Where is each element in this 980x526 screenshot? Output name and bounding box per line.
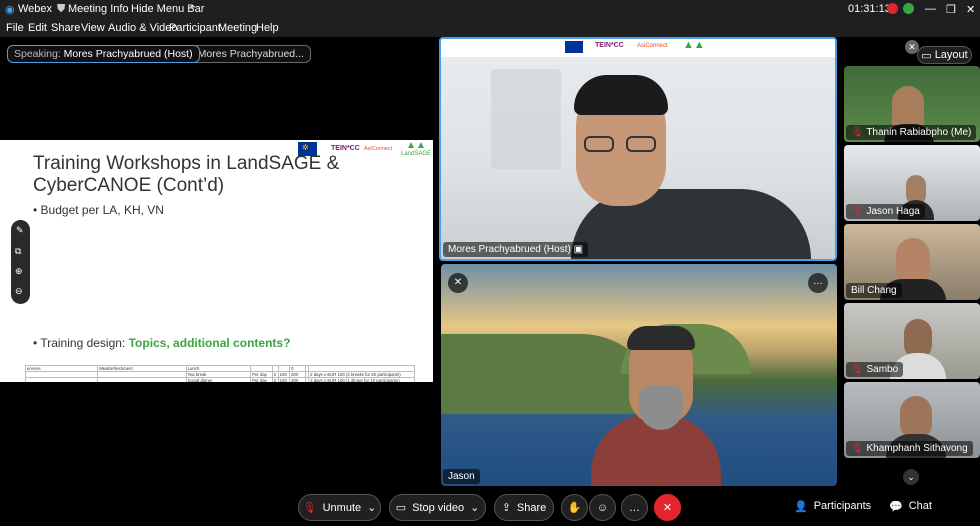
asiconnect-logo-icon: AsiConnect [637,43,668,49]
close-window-icon[interactable]: ✕ [966,3,975,16]
table-cell: Social dinner [185,377,252,382]
asiconnect-logo: AsiConnect [364,146,393,152]
budget-table: ervices Meal/refreshment Lunch 0 Tea break Pe… [24,365,415,382]
status-avatar-icon [903,3,914,14]
menu-help[interactable]: Help [256,22,279,34]
people-icon: 👤 [794,501,808,513]
jason-name-tag: Jason [443,469,480,484]
shield-icon: ⛊ [57,3,66,15]
app-name: Webex [18,3,53,15]
slide-bullet-budget: • Budget per LA, KH, VN [33,203,164,217]
unpin-icon[interactable]: ✕ [448,273,468,293]
more-icon: … [629,501,640,514]
mic-muted-icon: 🎙 [851,206,864,217]
annotate-pen-icon[interactable]: ✎ [16,225,24,236]
more-options-button[interactable]: … [621,494,648,521]
chevron-down-icon: ⌄ [470,502,480,514]
smiley-icon: ☺ [596,501,609,514]
share-button[interactable]: ⇪ Share [494,494,554,521]
host-face [574,75,668,206]
table-cell [97,377,187,382]
slide-title: Training Workshops in LandSAGE & CyberCA… [33,153,340,196]
chat-bubble-icon: 💬 [889,501,903,513]
slide-bullet-training: • Training design: Topics, additional co… [33,336,291,350]
landsage-logo: ▲▲ LandSAGE [401,140,432,158]
minimize-icon[interactable]: — [925,3,936,15]
jason-video[interactable]: ✕ … Jason [441,264,837,486]
layout-button[interactable]: ▭ Layout [917,46,972,64]
more-options-icon[interactable]: … [808,273,828,293]
reactions-button[interactable]: ☺ [589,494,616,521]
tein-logo-icon: TEIN*CC [595,42,624,49]
chevron-up-icon[interactable]: ⌃ [188,3,197,16]
table-cell: 100 [277,377,291,382]
thumbnail-name-tag: 🎙 Thanin Rabiabpho (Me) [846,125,977,140]
landsage-logo-icon: ▲▲ [683,39,705,51]
chevron-down-icon: ⌄ [367,502,377,514]
recording-indicator-icon [887,3,898,14]
restore-icon[interactable]: ❐ [946,3,956,16]
eu-flag-icon [565,41,583,53]
shared-slide: ✲ TEIN*CC AsiConnect ▲▲ LandSAGE Trainin… [0,140,433,382]
title-bar: ◉ Webex ⛊ Meeting Info Hide Menu Bar ⌃ 0… [0,0,980,19]
thumbnail-name-tag: Bill Chang [846,283,902,298]
scroll-down-icon[interactable]: ⌄ [903,469,919,485]
share-icon: ⇪ [501,502,511,514]
background-window [491,69,561,169]
unmute-button[interactable]: 🎙 Unmute ⌄ [298,494,381,521]
meeting-clock: 01:31:13 [848,3,891,15]
menu-edit[interactable]: Edit [28,22,47,34]
hand-icon: ✋ [567,502,582,514]
host-name-tag: Mores Prachyabrued (Host) ▣ [443,242,589,257]
layout-icon: ▭ [921,49,932,62]
participants-button[interactable]: 👤 Participants [794,500,871,513]
table-cell: 2 days x EUR 100 (2 breaks for 20 partic… [308,371,415,378]
participant-thumbnail[interactable]: 🎙 Thanin Rabiabpho (Me) [844,66,980,142]
table-cell [24,377,99,382]
participant-thumbnail[interactable]: 🎙 Sambo [844,303,980,379]
speaking-indicator: Speaking: Mores Prachyabrued (Host) [7,45,200,63]
host-video[interactable]: TEIN*CC AsiConnect ▲▲ Mores Prachyabrued… [439,37,837,261]
participant-thumbnail[interactable]: Bill Chang [844,224,980,300]
raise-hand-button[interactable]: ✋ [561,494,588,521]
menu-share[interactable]: Share [51,22,80,34]
participant-thumbnail[interactable]: 🎙 Khamphanh Sithavong [844,382,980,458]
mic-muted-icon: 🎙 [851,364,864,375]
table-cell: 2 days x EUR 100 (1 dinner for 10 partic… [308,377,415,382]
host-video-logo-strip: TEIN*CC AsiConnect ▲▲ [441,39,835,57]
menu-file[interactable]: File [6,22,24,34]
zoom-in-icon[interactable]: ⊕ [15,266,23,277]
table-cell: Per day [250,377,273,382]
menu-audio-video[interactable]: Audio & Video [108,22,178,34]
tein-logo: TEIN*CC [331,145,360,152]
screen-share-icon[interactable]: ⧉ [15,246,21,257]
annotation-toolbar: ✎ ⧉ ⊕ ⊖ [11,220,30,304]
mic-muted-icon: 🎙 [302,502,317,514]
mic-muted-icon: 🎙 [851,127,864,138]
meeting-info-button[interactable]: Meeting Info [68,3,129,15]
webex-logo-icon: ◉ [5,4,15,16]
mic-muted-icon: 🎙 [851,443,864,454]
stop-video-button[interactable]: ▭ Stop video ⌄ [389,494,486,521]
table-row: Social dinner Per day 2 100 200 2 days x EUR … [24,377,415,382]
thumbnail-name-tag: 🎙 Khamphanh Sithavong [846,441,973,456]
menu-meeting[interactable]: Meeting [218,22,257,34]
table-cell: 200 [289,377,306,382]
jason-face [627,326,695,430]
close-icon: ✕ [662,502,673,514]
zoom-out-icon[interactable]: ⊖ [15,286,23,297]
leave-meeting-button[interactable]: ✕ [654,494,681,521]
video-camera-icon: ▭ [395,502,407,514]
menu-bar: File Edit Share View Audio & Video Parti… [0,19,980,37]
participant-thumbnail[interactable]: 🎙 Jason Haga [844,145,980,221]
chat-button[interactable]: 💬 Chat [889,500,932,513]
screen-share-badge-icon: ▣ [573,244,584,255]
thumbnail-name-tag: 🎙 Jason Haga [846,204,925,219]
menu-participant[interactable]: Participant [169,22,221,34]
menu-view[interactable]: View [81,22,105,34]
thumbnail-name-tag: 🎙 Sambo [846,362,904,377]
